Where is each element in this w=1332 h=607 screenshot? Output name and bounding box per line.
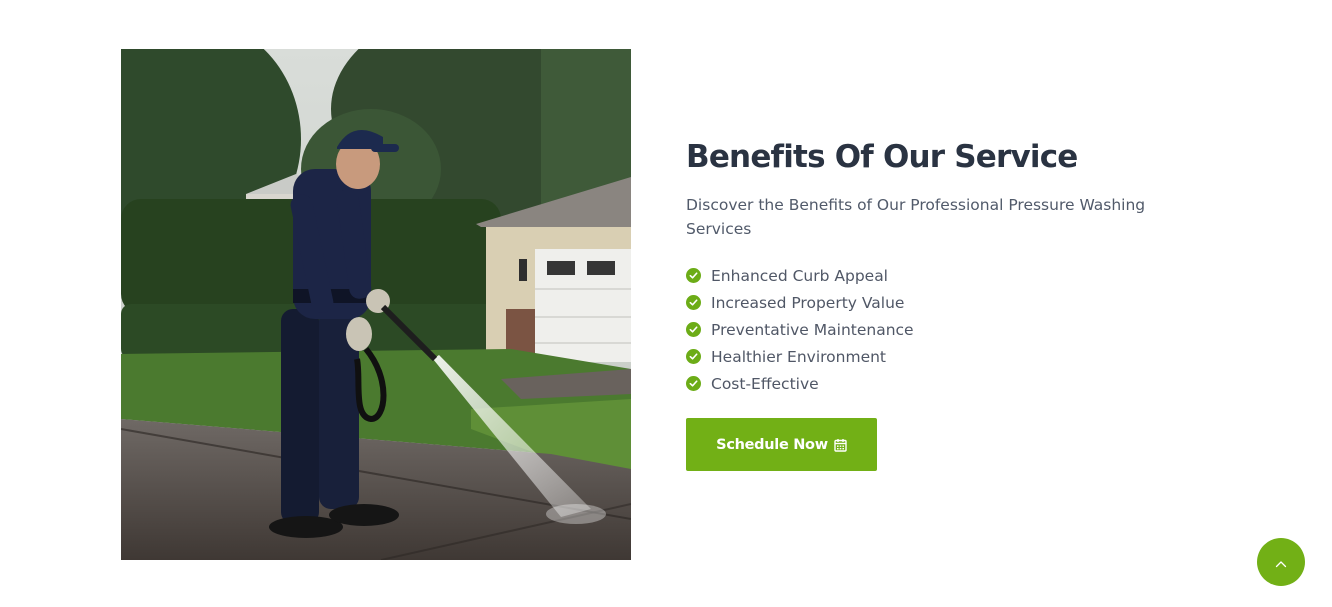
- list-item: Preventative Maintenance: [686, 316, 1186, 343]
- schedule-now-button[interactable]: Schedule Now: [686, 418, 877, 471]
- benefits-list: Enhanced Curb Appeal Increased Property …: [686, 262, 1186, 397]
- worker-pressure-washing-image: [121, 49, 631, 560]
- check-circle-icon: [686, 376, 701, 391]
- benefit-label: Cost-Effective: [711, 374, 819, 393]
- section-subtitle: Discover the Benefits of Our Professiona…: [686, 196, 1146, 238]
- section-title: Benefits Of Our Service: [686, 139, 1078, 175]
- scroll-to-top-button[interactable]: [1257, 538, 1305, 586]
- check-circle-icon: [686, 295, 701, 310]
- list-item: Enhanced Curb Appeal: [686, 262, 1186, 289]
- list-item: Cost-Effective: [686, 370, 1186, 397]
- benefit-label: Enhanced Curb Appeal: [711, 266, 888, 285]
- benefit-label: Increased Property Value: [711, 293, 905, 312]
- calendar-icon: [834, 438, 847, 452]
- check-circle-icon: [686, 322, 701, 337]
- list-item: Healthier Environment: [686, 343, 1186, 370]
- benefit-label: Healthier Environment: [711, 347, 887, 366]
- schedule-now-label: Schedule Now: [716, 436, 828, 453]
- check-circle-icon: [686, 268, 701, 283]
- list-item: Increased Property Value: [686, 289, 1186, 316]
- benefit-label: Preventative Maintenance: [711, 320, 914, 339]
- benefits-content: Benefits Of Our Service Discover the Ben…: [686, 135, 1186, 471]
- chevron-up-icon: [1275, 553, 1287, 572]
- check-circle-icon: [686, 349, 701, 364]
